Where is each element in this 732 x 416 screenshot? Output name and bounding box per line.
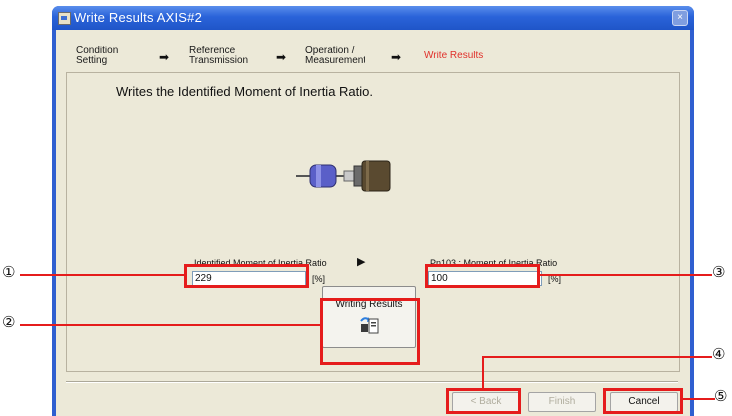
page-heading: Writes the Identified Moment of Inertia … — [116, 84, 373, 99]
footer-separator — [66, 381, 678, 383]
transfer-arrow-icon: ▶ — [357, 256, 366, 268]
callout-4-leader — [482, 356, 712, 358]
callout-2: ② — [2, 313, 16, 331]
highlight-cancel-button — [603, 388, 683, 414]
callout-1-leader — [20, 274, 186, 276]
callout-3-leader — [538, 274, 712, 276]
callout-3: ③ — [712, 263, 726, 281]
close-button[interactable]: × — [672, 10, 688, 26]
step-write-results: Write Results — [424, 51, 484, 61]
callout-5: ⑤ — [714, 387, 728, 405]
callout-5-leader — [681, 398, 715, 400]
identified-ratio-unit: [%] — [312, 274, 326, 284]
highlight-identified-field — [184, 264, 309, 288]
callout-4-drop — [482, 356, 484, 390]
step-indicator: Condition Setting ➡ Reference Transmissi… — [56, 30, 690, 72]
step-condition-setting: Condition Setting — [76, 46, 119, 66]
window-title: Write Results AXIS#2 — [74, 10, 203, 25]
title-bar[interactable]: Write Results AXIS#2 × — [52, 6, 694, 30]
highlight-parameter-field — [425, 264, 540, 288]
callout-2-leader — [20, 324, 322, 326]
callout-1: ① — [2, 263, 16, 281]
callout-4: ④ — [712, 345, 726, 363]
app-icon — [58, 12, 71, 25]
highlight-back-button — [446, 388, 521, 414]
highlight-writing-button — [320, 298, 420, 365]
finish-button[interactable]: Finish — [528, 392, 596, 412]
step-reference-transmission: Reference Transmission — [189, 46, 249, 66]
step-arrow-icon: ➡ — [391, 50, 402, 64]
servo-motor-icon — [296, 160, 391, 192]
step-operation-measurement: Operation / Measurement — [305, 46, 365, 66]
step-arrow-icon: ➡ — [276, 50, 287, 64]
step-arrow-icon: ➡ — [159, 50, 170, 64]
